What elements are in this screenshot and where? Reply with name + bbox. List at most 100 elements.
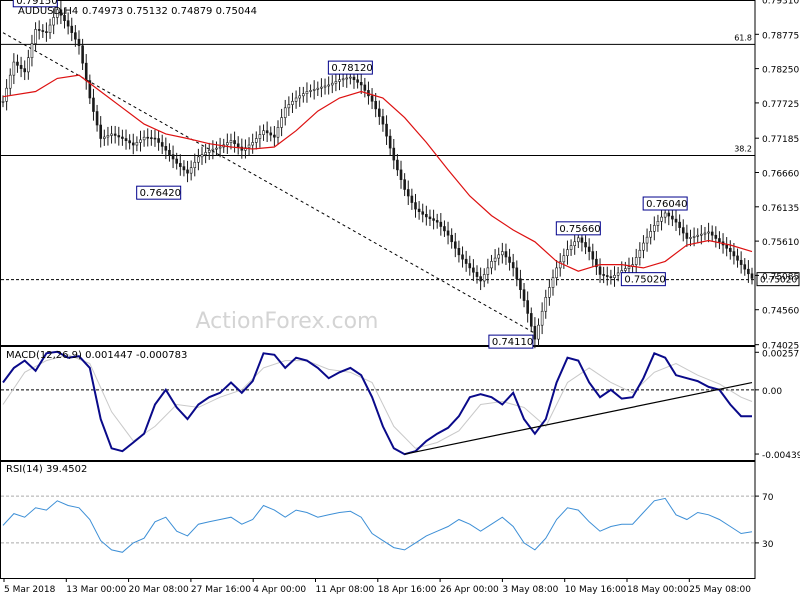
candle-body (718, 238, 721, 243)
candle-body (186, 169, 189, 174)
candle-body (298, 95, 302, 99)
y-tick-label-price: 0.77725 (762, 100, 799, 110)
candle-body (660, 216, 663, 222)
candle-body (92, 97, 95, 112)
candle-body (501, 251, 504, 256)
candle-body (747, 268, 750, 275)
y-tick-label-price: 0.74560 (762, 307, 799, 317)
y-tick-label-price: 0.78775 (762, 31, 799, 41)
candle-body (294, 97, 298, 102)
candle-body (457, 247, 461, 256)
candle-body (624, 268, 627, 271)
candle-body (577, 237, 580, 243)
candle-body (410, 195, 414, 203)
candle-body (48, 24, 52, 33)
candle-body (685, 232, 689, 239)
macd-title: MACD(12,26,9) 0.001447 -0.000783 (6, 350, 187, 361)
candle-body (254, 138, 258, 143)
chart-symbol: AUDUSD,H4 (18, 6, 78, 17)
candle-body (273, 134, 276, 138)
candle-body (175, 158, 178, 164)
candle-body (233, 140, 236, 145)
candle-body (103, 136, 106, 139)
candle-body (200, 154, 204, 158)
candle-body (649, 231, 652, 238)
candle-body (566, 249, 569, 257)
macd-line (2, 350, 752, 456)
axes-layer: 0.79310 0.78775 0.78250 0.77725 0.77185 0.766… (3, 0, 800, 595)
candle-body (472, 267, 475, 273)
candle-body (178, 163, 182, 167)
candle-body (605, 275, 609, 277)
candle-body (443, 226, 446, 232)
watermark: ActionForex.com (196, 309, 379, 334)
x-tick-label: 18 May 00:00 (627, 585, 689, 595)
candle-body (490, 261, 493, 269)
candle-body (74, 32, 77, 40)
candle-body (81, 45, 84, 64)
candle-body (681, 227, 685, 234)
candle-body (41, 30, 45, 32)
candle-body (334, 81, 338, 84)
candle-body (519, 278, 522, 290)
x-tick-label: 4 Apr 00:00 (253, 585, 306, 595)
x-tick-label: 11 Apr 08:00 (316, 585, 375, 595)
candle-body (493, 257, 497, 262)
candle-body (504, 251, 508, 258)
candle-body (12, 61, 16, 76)
watermark-layer: ActionForex.com (196, 309, 379, 334)
panel-frame-rsi (0, 461, 756, 579)
candle-body (341, 78, 345, 81)
candle-body (34, 29, 37, 44)
candle-body (8, 74, 12, 89)
candle-body (548, 287, 551, 298)
candle-body (135, 142, 139, 146)
x-tick-label: 25 May 08:00 (689, 585, 751, 595)
candle-body (714, 234, 718, 239)
candle-body (153, 137, 157, 140)
candle-body (121, 136, 124, 139)
candle-body (352, 76, 356, 81)
candle-body (356, 79, 359, 83)
candle-body (653, 225, 656, 232)
y-tick-label-macd: 0.00 (762, 387, 782, 397)
candle-body (359, 82, 363, 86)
candle-body (316, 87, 320, 90)
candle-body (164, 146, 168, 151)
candle-body (425, 214, 428, 218)
candle-body (584, 242, 587, 248)
candle-body (533, 325, 537, 340)
y-tick-label-macd: 0.00257 (762, 349, 799, 359)
candle-body (283, 107, 287, 118)
price-label: 0.76040 (646, 199, 687, 210)
candle-body (99, 124, 102, 139)
candle-body (287, 104, 291, 109)
candle-body (381, 116, 385, 125)
candle-body (19, 65, 23, 69)
candle-body (258, 134, 262, 139)
candle-body (627, 266, 631, 269)
candle-body (374, 100, 377, 110)
candle-body (580, 237, 584, 243)
candle-body (269, 132, 273, 136)
candle-body (435, 220, 439, 223)
x-tick-label: 20 Mar 08:00 (129, 585, 189, 595)
candle-body (229, 140, 233, 143)
candle-body (388, 135, 392, 149)
candle-body (432, 218, 435, 221)
x-tick-label: 18 Apr 16:00 (378, 585, 437, 595)
price-label: 0.74110 (492, 337, 533, 348)
candle-body (124, 138, 128, 142)
candle-body (211, 148, 215, 151)
candle-body (598, 266, 602, 275)
candle-body (403, 179, 406, 190)
candle-body (338, 79, 341, 82)
candle-body (674, 218, 678, 223)
panel-frames (0, 0, 756, 579)
candle-body (265, 130, 269, 134)
grid-lines (1, 43, 755, 544)
candle-body (587, 246, 591, 252)
candle-body (327, 84, 330, 87)
candle-body (692, 236, 696, 238)
candle-body (139, 139, 142, 143)
